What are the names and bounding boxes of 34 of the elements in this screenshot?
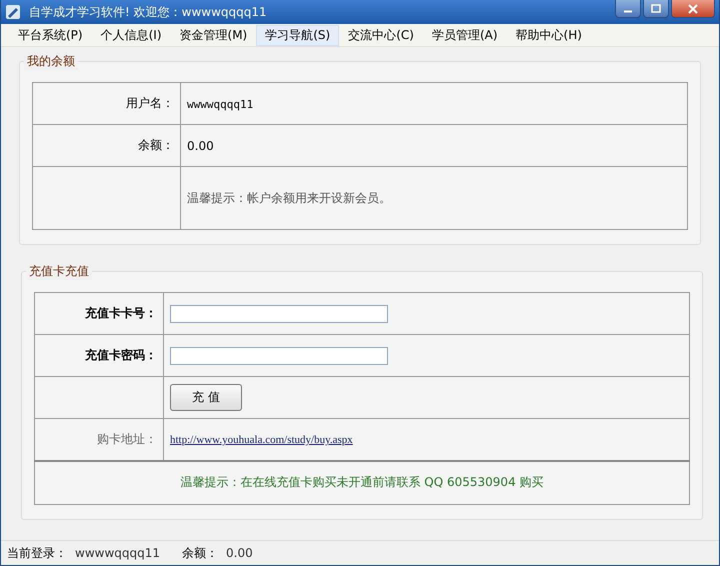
table-cell: 温馨提示：帐户余额用来开设新会员。 bbox=[180, 166, 688, 230]
menu-item[interactable]: 平台系统(P) bbox=[9, 24, 92, 46]
menu-item[interactable]: 学习导航(S) bbox=[256, 24, 340, 46]
close-icon bbox=[688, 4, 698, 14]
table-cell: 余额： bbox=[32, 124, 180, 166]
input-field[interactable] bbox=[170, 346, 388, 364]
recharge-button[interactable]: 充 值 bbox=[170, 384, 242, 411]
close-button[interactable] bbox=[671, 0, 715, 18]
minimize-button[interactable] bbox=[615, 0, 641, 18]
maximize-icon bbox=[651, 4, 661, 14]
menu-item[interactable]: 学员管理(A) bbox=[422, 24, 507, 46]
group-title: 我的余额 bbox=[24, 53, 78, 70]
status-value: wwwwqqqq11 bbox=[75, 546, 160, 560]
table-cell: 用户名： bbox=[32, 82, 180, 124]
status-value: 0.00 bbox=[226, 546, 253, 560]
table-cell: 购卡地址： bbox=[34, 418, 164, 460]
maximize-button[interactable] bbox=[643, 0, 669, 18]
status-label: 余额： bbox=[182, 544, 218, 562]
menu-item[interactable]: 交流中心(C) bbox=[339, 24, 423, 46]
minimize-icon bbox=[623, 10, 633, 12]
input-field[interactable] bbox=[170, 304, 388, 322]
table-cell: 充值卡密码： bbox=[34, 334, 164, 376]
menu-item[interactable]: 个人信息(I) bbox=[92, 24, 171, 46]
menu-item[interactable]: 资金管理(M) bbox=[170, 24, 256, 46]
status-label: 当前登录： bbox=[7, 544, 67, 562]
menu-item[interactable]: 帮助中心(H) bbox=[506, 24, 591, 46]
group-title: 充值卡充值 bbox=[26, 263, 92, 280]
table-cell: 0.00 bbox=[180, 124, 688, 166]
notice-text: 温馨提示：在在线充值卡购买未开通前请联系 QQ 605530904 购买 bbox=[34, 460, 690, 504]
table-cell: 充值卡卡号： bbox=[34, 292, 164, 334]
link[interactable]: http://www.youhuala.com/study/buy.aspx bbox=[170, 434, 353, 446]
table-cell: wwwwqqqq11 bbox=[180, 82, 688, 124]
window-title: 自学成才学习软件! 欢迎您：wwwwqqqq11 bbox=[29, 4, 268, 20]
pencil-icon bbox=[5, 4, 21, 20]
